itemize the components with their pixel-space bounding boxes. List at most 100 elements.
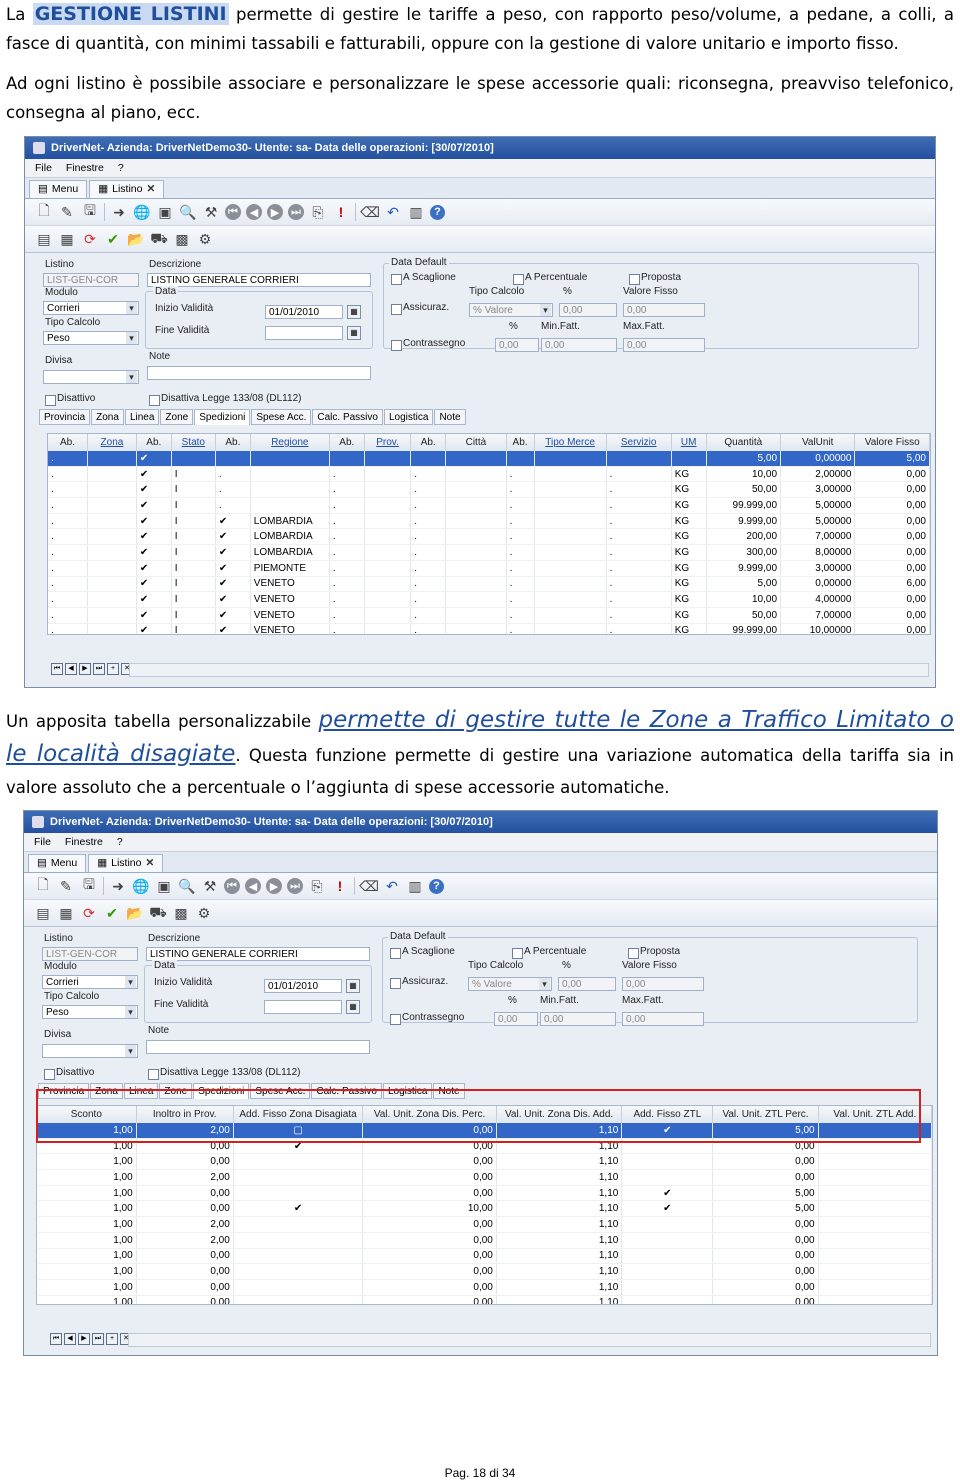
table-cell[interactable] [87,591,137,608]
table-cell[interactable]: ✔ [136,607,172,624]
table-cell[interactable]: ✔ [136,576,172,593]
table-cell[interactable]: 0,00 [362,1232,497,1249]
table-cell[interactable] [87,528,137,546]
save-icon[interactable]: 🖫 [80,876,98,895]
column-header[interactable]: ValUnit [780,434,856,451]
table-cell[interactable]: 0,00 [854,591,930,608]
table-cell[interactable]: 0,00 [136,1263,234,1280]
table-cell[interactable] [364,466,412,483]
table-cell[interactable] [621,1263,714,1280]
table-cell[interactable]: I [171,466,216,483]
table-cell[interactable]: . [48,451,89,467]
table-cell[interactable]: . [48,607,89,624]
table-cell[interactable] [445,466,507,483]
table-cell[interactable]: 0,00 [362,1216,497,1233]
table-cell[interactable]: . [606,481,672,499]
table-cell[interactable]: 0,00 [712,1279,819,1296]
table-cell[interactable] [671,451,707,467]
table-cell[interactable]: . [606,560,672,577]
table-cell[interactable]: . [329,466,365,483]
tab-provincia[interactable]: Provincia [39,409,91,425]
table-row[interactable]: . ✔ I ✔ LOMBARDIA.... KG 300,00 8,00000 0,00 [48,544,930,561]
table-cell[interactable]: 3,00000 [780,560,856,577]
table-cell[interactable] [87,497,137,514]
table-cell[interactable]: 0,00 [712,1248,819,1265]
table-row[interactable]: 1,00 0,00 0,00 1,10 0,00 [37,1263,932,1280]
column-header[interactable]: Ab. [410,434,447,451]
table-cell[interactable]: 5,00000 [780,513,856,530]
table-cell[interactable] [250,497,330,514]
next-record-icon[interactable]: ▶ [266,878,282,894]
table-cell[interactable]: 0,00 [136,1185,234,1202]
table-row[interactable]: 1,00 2,00 0,00 1,10 0,00 [37,1232,932,1249]
table-cell[interactable]: 1,00 [37,1169,137,1186]
note-field[interactable] [147,366,371,380]
tab-menu[interactable]: ▤ Menu [28,854,87,872]
help-icon[interactable]: ? [429,878,444,894]
table-cell[interactable]: KG [671,528,707,546]
table-cell[interactable]: . [48,576,89,593]
table-cell[interactable] [364,528,412,546]
table-cell[interactable]: 0,00 [362,1279,497,1296]
contrassegno-checkbox[interactable] [391,340,402,351]
table-cell[interactable]: . [410,528,447,546]
table-cell[interactable] [621,1169,714,1186]
table-cell[interactable]: I [171,591,216,608]
horizontal-scrollbar[interactable] [129,663,929,677]
table-cell[interactable] [534,513,607,530]
undo-icon[interactable]: ↶ [383,877,401,895]
table-cell[interactable]: . [410,623,447,634]
table-cell[interactable] [621,1232,714,1249]
table-cell[interactable]: 9.999,00 [706,560,782,577]
table-cell[interactable] [364,481,412,499]
table-cell[interactable] [534,591,607,608]
table-cell[interactable]: . [329,607,365,624]
table-cell[interactable]: ✔ [136,513,172,530]
table-cell[interactable] [445,497,507,514]
table-cell[interactable]: LOMBARDIA [250,513,330,530]
table-cell[interactable]: . [215,466,251,483]
table-cell[interactable] [534,497,607,514]
table-cell[interactable]: I [171,528,216,546]
table-cell[interactable]: . [48,591,89,608]
table-cell[interactable]: . [48,497,89,514]
check-icon[interactable]: ✔ [103,904,121,922]
calendar-icon[interactable]: ▦ [347,326,361,340]
table-cell[interactable]: . [410,560,447,577]
table-cell[interactable] [445,623,507,634]
valore-fisso-field[interactable]: 0,00 [622,977,704,991]
table-cell[interactable]: 0,00 [854,623,930,634]
table-row[interactable]: . ✔ I ✔ VENETO.... KG 50,00 7,00000 0,00 [48,607,930,624]
network-icon[interactable]: ⚙ [196,230,214,248]
valore-fisso-field[interactable]: 0,00 [623,303,705,317]
table-cell[interactable] [534,528,607,546]
table-cell[interactable]: 0,00 [854,466,930,483]
tab-zona[interactable]: Zona [91,409,124,425]
disattivo-checkbox[interactable] [45,395,56,406]
table-cell[interactable] [233,1263,364,1280]
edit-icon[interactable]: ✎ [58,203,76,221]
table-cell[interactable]: . [606,513,672,530]
table-cell[interactable] [87,544,137,561]
listino-field[interactable]: LIST-GEN-COR [42,947,138,961]
table-cell[interactable]: . [329,544,365,561]
table-cell[interactable]: 10,00 [706,591,782,608]
percentuale-checkbox[interactable] [513,274,524,285]
table-cell[interactable]: PIEMONTE [250,560,330,577]
nav-next-icon[interactable]: ▶ [78,1333,90,1345]
table-cell[interactable] [329,451,365,467]
contrassegno-checkbox[interactable] [390,1014,401,1025]
table-cell[interactable]: . [48,528,89,546]
table-cell[interactable]: 1,10 [496,1169,623,1186]
table-cell[interactable]: 0,00 [854,528,930,546]
table-cell[interactable]: 0,00 [854,513,930,530]
doc-icon[interactable]: ▤ [34,904,52,922]
fine-validita-field[interactable] [264,1000,342,1014]
table-cell[interactable]: . [606,544,672,561]
max-fatt-field[interactable]: 0,00 [622,1012,704,1026]
calculator-icon[interactable]: ▩ [173,230,191,248]
table-cell[interactable]: 0,00 [362,1263,497,1280]
tipo-calcolo-select[interactable]: Peso [43,331,139,345]
first-record-icon[interactable]: ⏮ [225,204,241,220]
next-record-icon[interactable]: ▶ [267,204,283,220]
